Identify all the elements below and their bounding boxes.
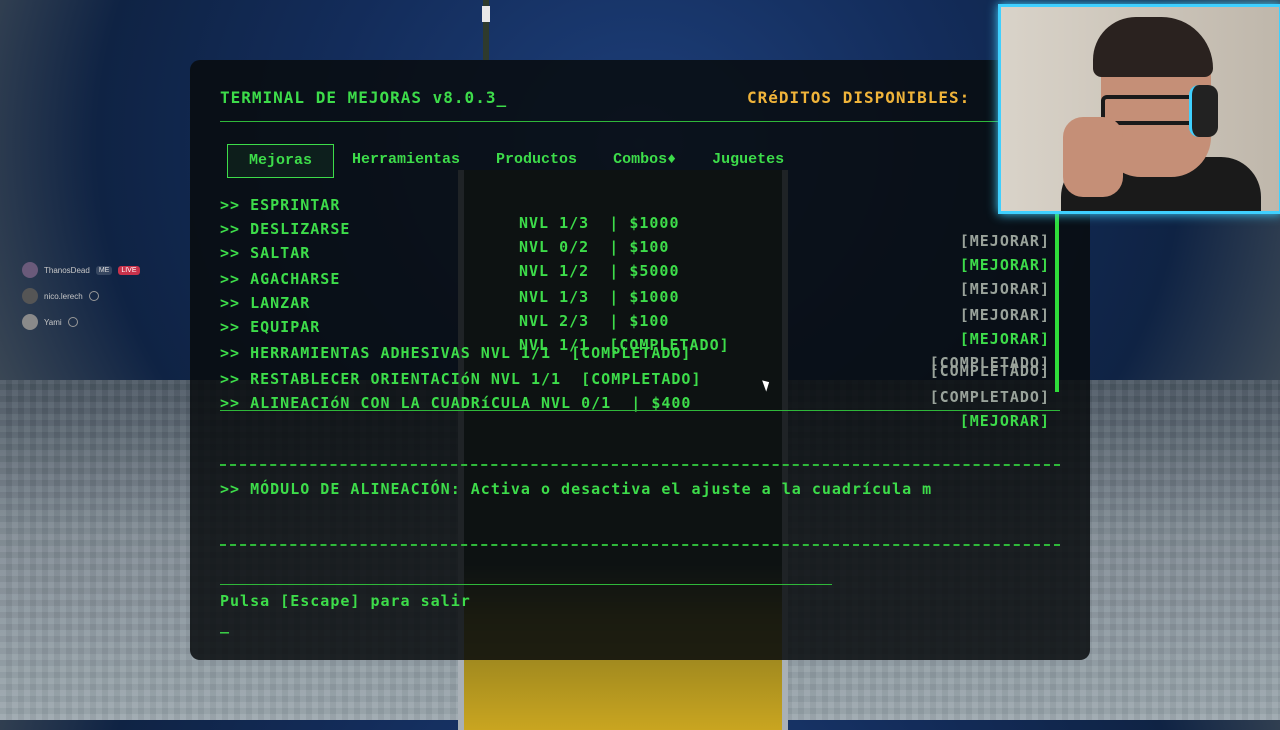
status-icon <box>88 291 99 301</box>
dashed-divider <box>220 544 1060 546</box>
pole-light <box>482 6 490 22</box>
upgrade-row-herramientas-adhesivas[interactable]: >> HERRAMIENTAS ADHESIVAS NVL 1/1 [COMPL… <box>220 326 1050 380</box>
divider <box>220 121 1060 122</box>
upgrade-row-equipar[interactable]: >> EQUIPAR NVL 1/1 [COMPLETADO] [COMPLET… <box>220 300 1050 372</box>
terminal-title: TERMINAL DE MEJORAS v8.0.3_ <box>220 88 508 107</box>
exit-hint: Pulsa [Escape] para salir <box>220 592 471 610</box>
upgrade-row-esprintar[interactable]: >> ESPRINTAR NVL 1/3 | $1000 [MEJORAR] <box>220 178 1050 250</box>
chat-user: nico.lerech <box>44 291 83 301</box>
upgrade-button[interactable]: [MEJORAR] <box>960 412 1050 430</box>
tab-combos[interactable]: Combos♦ <box>595 144 694 176</box>
upgrade-row-agacharse[interactable]: >> AGACHARSE NVL 1/3 | $1000 [MEJORAR] <box>220 252 1050 324</box>
headset-icon <box>1189 85 1218 137</box>
list-scrollbar[interactable] <box>1055 188 1059 392</box>
chat-badge: ME <box>95 265 113 275</box>
divider <box>220 584 832 585</box>
input-cursor: _ <box>220 616 231 634</box>
tab-bar: Mejoras Herramientas Productos Combos♦ J… <box>227 144 802 178</box>
upgrade-row-restablecer-orientacion[interactable]: >> RESTABLECER ORIENTACIóN NVL 1/1 [COMP… <box>220 352 1050 406</box>
upgrade-terminal: TERMINAL DE MEJORAS v8.0.3_ CRéDITOS DIS… <box>190 60 1090 660</box>
chat-user: Yami <box>44 317 62 327</box>
tab-productos[interactable]: Productos <box>478 144 595 176</box>
chat-row: nico.lerech <box>22 287 99 305</box>
tab-herramientas[interactable]: Herramientas <box>334 144 478 176</box>
chat-row: Yami <box>22 313 78 331</box>
webcam-overlay <box>998 4 1280 214</box>
tab-mejoras[interactable]: Mejoras <box>227 144 335 178</box>
tab-juguetes[interactable]: Juguetes <box>694 144 802 176</box>
divider <box>220 410 1060 411</box>
upgrade-row-lanzar[interactable]: >> LANZAR NVL 2/3 | $100 [MEJORAR] <box>220 276 1050 348</box>
avatar <box>22 314 38 330</box>
live-badge: LIVE <box>118 265 140 275</box>
glasses <box>1101 95 1199 125</box>
avatar <box>22 288 38 304</box>
upgrade-row-deslizarse[interactable]: >> DESLIZARSE NVL 0/2 | $100 [MEJORAR] <box>220 202 1050 274</box>
credits-label: CRéDITOS DISPONIBLES: <box>747 88 971 107</box>
status-icon <box>67 317 78 327</box>
upgrade-row-alineacion[interactable]: >> ALINEACIóN CON LA CUADRíCULA NVL 0/1 … <box>220 376 1050 430</box>
streamer-hand <box>1063 117 1123 197</box>
chat-row: ThanosDead ME LIVE <box>22 261 140 279</box>
dashed-divider <box>220 464 1060 466</box>
upgrade-row-saltar[interactable]: >> SALTAR NVL 1/2 | $5000 [MEJORAR] <box>220 226 1050 298</box>
chat-user: ThanosDead <box>44 265 90 275</box>
module-description: >> MÓDULO DE ALINEACIÓN: Activa o desact… <box>220 480 933 498</box>
avatar <box>22 262 38 278</box>
streamer-hair <box>1093 17 1213 77</box>
